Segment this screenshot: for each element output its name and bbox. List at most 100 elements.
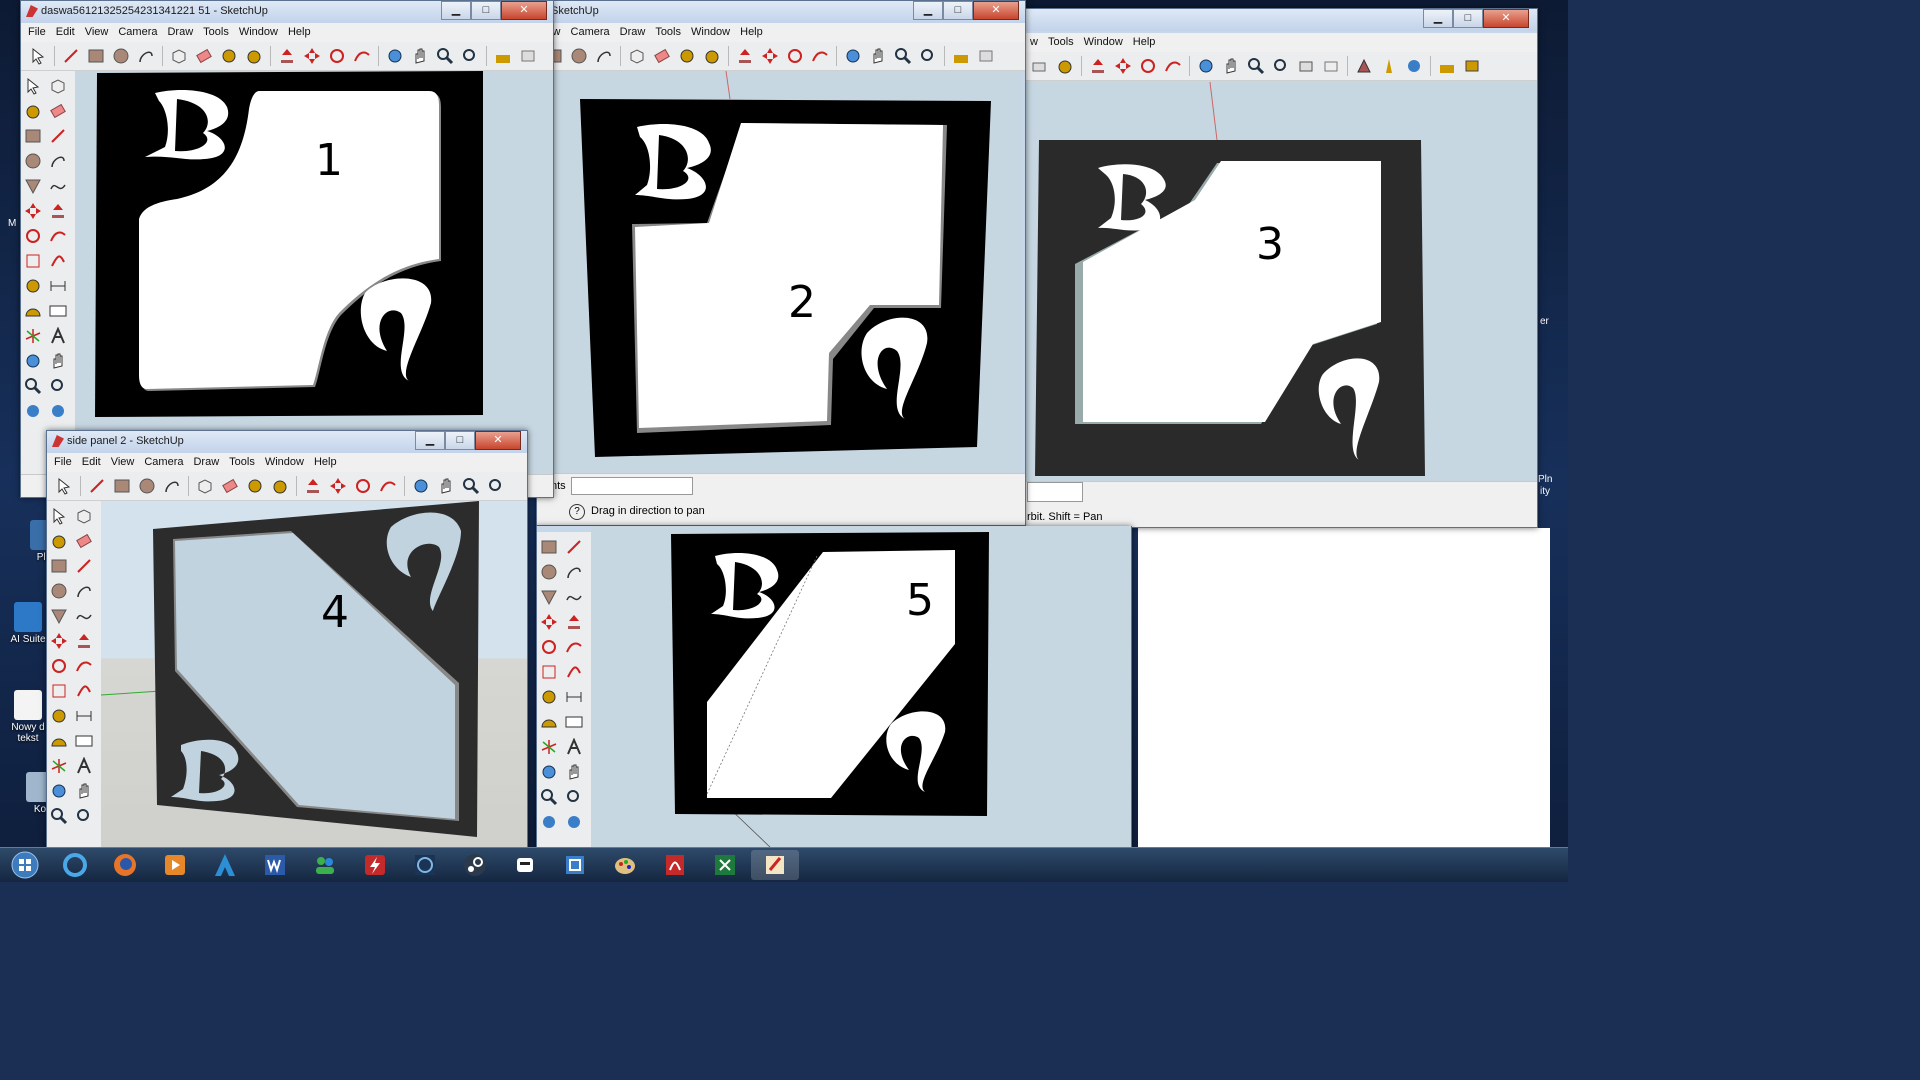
window-titlebar[interactable]: side panel 2 - SketchUp ▁ □ ✕ xyxy=(47,431,527,453)
toolbar-button-move[interactable] xyxy=(759,45,781,67)
minimize-button[interactable]: ▁ xyxy=(913,1,943,20)
menu-view[interactable]: View xyxy=(108,453,142,472)
toolbar-button-select[interactable] xyxy=(27,45,49,67)
toolbar-button-arc[interactable] xyxy=(593,45,615,67)
viewport-2[interactable]: 2 xyxy=(537,71,1021,473)
toolbar-button-push-pull[interactable] xyxy=(1087,55,1109,77)
toolbar-button-zoom[interactable] xyxy=(460,475,482,497)
taskbar-fan[interactable] xyxy=(401,850,449,880)
toolbar-button-share-model[interactable] xyxy=(975,45,997,67)
measurements-box[interactable] xyxy=(571,477,693,495)
toolbar-button-make-component[interactable] xyxy=(626,45,648,67)
toolbar-button-push-pull[interactable] xyxy=(734,45,756,67)
tool-axes[interactable] xyxy=(538,736,560,758)
toolbar-button-circle[interactable] xyxy=(136,475,158,497)
tool-follow-me[interactable] xyxy=(47,225,69,247)
tool-arc[interactable] xyxy=(73,580,95,602)
toolbar-button-arc[interactable] xyxy=(135,45,157,67)
menu-draw[interactable]: Draw xyxy=(190,453,226,472)
tool-text[interactable] xyxy=(563,711,585,733)
tool-pan[interactable] xyxy=(73,780,95,802)
toolbar-button-line[interactable] xyxy=(86,475,108,497)
toolbar-button-pan[interactable] xyxy=(409,45,431,67)
tool-axes[interactable] xyxy=(48,755,70,777)
tool-position-camera[interactable] xyxy=(538,811,560,833)
toolbar-button-zoom-extents[interactable] xyxy=(485,475,507,497)
taskbar-sketch[interactable] xyxy=(551,850,599,880)
toolbar-button-look-around[interactable] xyxy=(1403,55,1425,77)
menu-file[interactable]: File xyxy=(25,23,53,42)
maximize-button[interactable]: □ xyxy=(445,431,475,450)
tool-rectangle[interactable] xyxy=(22,125,44,147)
tool-move[interactable] xyxy=(48,630,70,652)
toolbar-button-rectangle[interactable] xyxy=(111,475,133,497)
toolbar-button-share-model[interactable] xyxy=(517,45,539,67)
tool-position-camera[interactable] xyxy=(22,400,44,422)
tool-line[interactable] xyxy=(73,555,95,577)
toolbar-button-orbit[interactable] xyxy=(410,475,432,497)
tool-pan[interactable] xyxy=(563,761,585,783)
tool-paint[interactable] xyxy=(48,530,70,552)
toolbar-button-rotate[interactable] xyxy=(352,475,374,497)
taskbar-firefox[interactable] xyxy=(101,850,149,880)
tool-push-pull[interactable] xyxy=(47,200,69,222)
toolbar-button-move[interactable] xyxy=(301,45,323,67)
toolbar-button-push-pull[interactable] xyxy=(302,475,324,497)
viewport-4[interactable]: 4 xyxy=(101,501,527,851)
tool-circle[interactable] xyxy=(538,561,560,583)
tool-protractor[interactable] xyxy=(538,711,560,733)
toolbar-button-make-component[interactable] xyxy=(168,45,190,67)
toolbar-button-make-component[interactable] xyxy=(194,475,216,497)
sketchup-window-2[interactable]: SketchUp ▁ □ ✕ iew Camera Draw Tools Win… xyxy=(536,0,1026,526)
toolbar-button-share-model[interactable] xyxy=(1461,55,1483,77)
tool-zoom-extents[interactable] xyxy=(563,786,585,808)
toolbar-button-follow-me[interactable] xyxy=(351,45,373,67)
tool-zoom[interactable] xyxy=(22,375,44,397)
toolbar-button-get-models[interactable] xyxy=(1436,55,1458,77)
tool-scale[interactable] xyxy=(538,661,560,683)
help-icon[interactable]: ? xyxy=(569,504,585,520)
taskbar-steam[interactable] xyxy=(451,850,499,880)
tool-circle[interactable] xyxy=(48,580,70,602)
taskbar-flash[interactable] xyxy=(351,850,399,880)
toolbar-button-next[interactable] xyxy=(1320,55,1342,77)
tool-arc[interactable] xyxy=(47,150,69,172)
tool-orbit[interactable] xyxy=(48,780,70,802)
tool-make-component[interactable] xyxy=(47,75,69,97)
toolbar-button-paint[interactable] xyxy=(1054,55,1076,77)
desktop-icon-new-text[interactable]: Nowy d tekst xyxy=(6,690,50,744)
tool-paint[interactable] xyxy=(22,100,44,122)
tool-polygon[interactable] xyxy=(538,586,560,608)
menu-file[interactable]: File xyxy=(51,453,79,472)
taskbar-pen[interactable] xyxy=(751,850,799,880)
tool-orbit[interactable] xyxy=(538,761,560,783)
tool-offset[interactable] xyxy=(73,680,95,702)
toolbar-button-paint[interactable] xyxy=(269,475,291,497)
tool-zoom[interactable] xyxy=(538,786,560,808)
close-button[interactable]: ✕ xyxy=(501,1,547,20)
tool-look-around[interactable] xyxy=(47,400,69,422)
toolbar-button-get-models[interactable] xyxy=(950,45,972,67)
tool-eraser[interactable] xyxy=(47,100,69,122)
toolbar-button-tape[interactable] xyxy=(218,45,240,67)
tool-eraser[interactable] xyxy=(73,530,95,552)
tool-3d-text[interactable] xyxy=(73,755,95,777)
sketchup-window-4[interactable]: side panel 2 - SketchUp ▁ □ ✕ File Edit … xyxy=(46,430,528,852)
toolbar-button-rotate[interactable] xyxy=(1137,55,1159,77)
maximize-button[interactable]: □ xyxy=(471,1,501,20)
toolbar-button-rectangle[interactable] xyxy=(85,45,107,67)
tool-dimension[interactable] xyxy=(73,705,95,727)
toolbar-button-line[interactable] xyxy=(60,45,82,67)
tool-follow-me[interactable] xyxy=(563,636,585,658)
toolbar-button-orbit[interactable] xyxy=(842,45,864,67)
toolbar-button-circle[interactable] xyxy=(110,45,132,67)
tool-text[interactable] xyxy=(47,300,69,322)
menu-camera[interactable]: Camera xyxy=(141,453,190,472)
tool-zoom[interactable] xyxy=(48,805,70,827)
taskbar-paint[interactable] xyxy=(601,850,649,880)
minimize-button[interactable]: ▁ xyxy=(415,431,445,450)
menu-help[interactable]: Help xyxy=(311,453,344,472)
toolbar-button-eraser[interactable] xyxy=(219,475,241,497)
toolbar-button-rotate[interactable] xyxy=(326,45,348,67)
tool-push-pull[interactable] xyxy=(563,611,585,633)
